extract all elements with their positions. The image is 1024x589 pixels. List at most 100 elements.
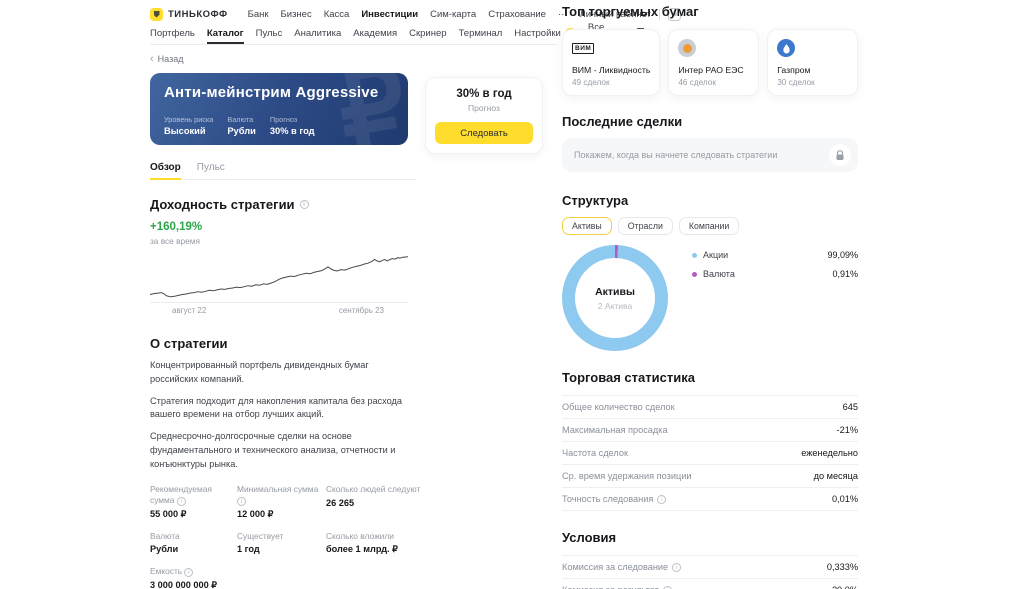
security-name: Газпром: [777, 65, 848, 75]
tinkoff-shield-icon: [150, 8, 163, 21]
filter-companies[interactable]: Компании: [679, 217, 739, 235]
side-column: Топ торгуемых бумаг ВИМ ВИМ - Ликвидност…: [562, 0, 858, 589]
returns-chart: [150, 252, 408, 302]
security-deals: 46 сделок: [678, 78, 749, 87]
gazprom-logo-icon: [777, 39, 795, 57]
forecast-card: 30% в год Прогноз Следовать: [425, 77, 543, 154]
nav-item-business[interactable]: Бизнес: [281, 9, 312, 20]
returns-period: за все время: [150, 236, 557, 246]
stat-minimal-sum: Минимальная сумма 12 000 ₽: [237, 484, 323, 520]
info-icon[interactable]: [184, 568, 193, 577]
returns-heading: Доходность стратегии: [150, 197, 557, 212]
nav-item-bank[interactable]: Банк: [248, 9, 269, 20]
follow-button[interactable]: Следовать: [435, 122, 533, 144]
hero-meta: Уровень риска Высокий Валюта Рубли Прогн…: [164, 115, 315, 137]
page: ТИНЬКОФФ Банк Бизнес Касса Инвестиции Си…: [0, 0, 1024, 589]
about-section: О стратегии Концентрированный портфель д…: [150, 336, 557, 589]
subnav-item-catalog[interactable]: Каталог: [207, 28, 244, 39]
returns-value: +160,19%: [150, 221, 557, 233]
strategy-stats-grid: Рекомендуемая сумма 55 000 ₽ Минимальная…: [150, 484, 557, 589]
table-row: Общее количество сделок 645: [562, 396, 858, 419]
stat-followers: Сколько людей следуют 26 265: [326, 484, 422, 520]
top-securities-section: Топ торгуемых бумаг ВИМ ВИМ - Ликвидност…: [562, 4, 858, 96]
back-label: Назад: [158, 54, 184, 64]
nav-item-investments[interactable]: Инвестиции: [361, 9, 418, 20]
table-row: Максимальная просадка -21%: [562, 419, 858, 442]
info-icon[interactable]: [177, 497, 186, 506]
legend-dot-currency: [692, 272, 697, 277]
conditions-section: Условия Комиссия за следование 0,333% Ко…: [562, 530, 858, 589]
hero-meta-forecast: Прогноз 30% в год: [270, 115, 315, 137]
x-tick-left: август 22: [172, 306, 206, 315]
last-deals-placeholder: Покажем, когда вы начнете следовать стра…: [574, 150, 777, 160]
info-icon[interactable]: [237, 497, 246, 506]
subnav-item-pulse[interactable]: Пульс: [256, 28, 283, 39]
stat-exists: Существует 1 год: [237, 531, 323, 556]
tab-overview[interactable]: Обзор: [150, 162, 181, 173]
security-card-gazprom[interactable]: Газпром 30 сделок: [767, 29, 858, 96]
filter-assets[interactable]: Активы: [562, 217, 612, 235]
security-card-vim[interactable]: ВИМ ВИМ - Ликвидность 49 сделок: [562, 29, 660, 96]
x-tick-right: сентябрь 23: [339, 306, 384, 315]
table-row: Комиссия за результат 20,0%: [562, 579, 858, 589]
strategy-title: Анти-мейнстрим Aggressive: [164, 84, 394, 101]
sub-navigation: Портфель Каталог Пульс Аналитика Академи…: [150, 25, 557, 45]
legend-row-shares: Акции 99,09%: [692, 250, 858, 260]
trading-stats-table: Общее количество сделок 645 Максимальная…: [562, 395, 858, 511]
security-card-interrao[interactable]: Интер РАО ЕЭС 46 сделок: [668, 29, 759, 96]
conditions-heading: Условия: [562, 530, 858, 545]
conditions-table: Комиссия за следование 0,333% Комиссия з…: [562, 555, 858, 589]
info-icon[interactable]: [672, 563, 681, 572]
info-icon[interactable]: [657, 495, 666, 504]
forecast-label: Прогноз: [435, 103, 533, 113]
table-row: Частота сделок еженедельно: [562, 442, 858, 465]
subnav-item-portfolio[interactable]: Портфель: [150, 28, 195, 39]
top-securities-cards: ВИМ ВИМ - Ликвидность 49 сделок Интер РА…: [562, 29, 858, 96]
nav-item-insurance[interactable]: Страхование: [488, 9, 546, 20]
hero-row: ₽ Анти-мейнстрим Aggressive Уровень риск…: [150, 73, 557, 154]
subnav-item-academy[interactable]: Академия: [353, 28, 397, 39]
structure-legend: Акции 99,09% Валюта 0,91%: [692, 250, 858, 351]
stat-invested: Сколько вложили более 1 млрд. ₽: [326, 531, 422, 556]
nav-item-sim[interactable]: Сим-карта: [430, 9, 476, 20]
info-icon[interactable]: [663, 586, 672, 589]
forecast-value: 30% в год: [435, 88, 533, 100]
nav-item-kassa[interactable]: Касса: [324, 9, 350, 20]
subnav-item-screener[interactable]: Скринер: [409, 28, 446, 39]
lock-icon: [829, 144, 851, 166]
legend-row-currency: Валюта 0,91%: [692, 269, 858, 279]
donut-center-subtitle: 2 Актива: [598, 301, 632, 311]
subnav-item-terminal[interactable]: Терминал: [459, 28, 503, 39]
back-link[interactable]: ‹ Назад: [150, 54, 183, 64]
back-chevron-icon: ‹: [150, 55, 154, 64]
info-icon[interactable]: [300, 200, 309, 209]
interrao-logo-icon: [678, 39, 696, 57]
top-navigation: ТИНЬКОФФ Банк Бизнес Касса Инвестиции Си…: [150, 3, 557, 25]
strategy-hero-card: ₽ Анти-мейнстрим Aggressive Уровень риск…: [150, 73, 408, 145]
stat-recommended-sum: Рекомендуемая сумма 55 000 ₽: [150, 484, 234, 520]
security-name: Интер РАО ЕЭС: [678, 65, 749, 75]
structure-donut-chart: Активы 2 Актива: [562, 245, 668, 351]
stat-currency: Валюта Рубли: [150, 531, 234, 556]
tinkoff-logo-text: ТИНЬКОФФ: [168, 9, 228, 20]
security-deals: 30 сделок: [777, 78, 848, 87]
strategy-tabs: Обзор Пульс: [150, 162, 416, 180]
stat-capacity: Емкость 3 000 000 000 ₽: [150, 566, 234, 589]
top-securities-heading: Топ торгуемых бумаг: [562, 4, 858, 19]
tinkoff-logo[interactable]: ТИНЬКОФФ: [150, 8, 228, 21]
table-row: Комиссия за следование 0,333%: [562, 556, 858, 579]
returns-line: [150, 257, 408, 297]
about-paragraph: Среднесрочно-долгосрочные сделки на осно…: [150, 430, 414, 471]
tab-pulse[interactable]: Пульс: [197, 162, 225, 173]
donut-center-title: Активы: [595, 286, 635, 298]
last-deals-locked-box: Покажем, когда вы начнете следовать стра…: [562, 138, 858, 172]
subnav-item-analytics[interactable]: Аналитика: [294, 28, 341, 39]
vim-logo-icon: ВИМ: [572, 43, 594, 54]
filter-industries[interactable]: Отрасли: [618, 217, 673, 235]
table-row: Ср. время удержания позиции до месяца: [562, 465, 858, 488]
security-deals: 49 сделок: [572, 78, 650, 87]
structure-body: Активы 2 Актива Акции 99,09% Валюта 0,91…: [562, 245, 858, 351]
main-column: ТИНЬКОФФ Банк Бизнес Касса Инвестиции Си…: [150, 0, 557, 589]
returns-section: Доходность стратегии +160,19% за все вре…: [150, 197, 557, 315]
about-heading: О стратегии: [150, 336, 557, 351]
